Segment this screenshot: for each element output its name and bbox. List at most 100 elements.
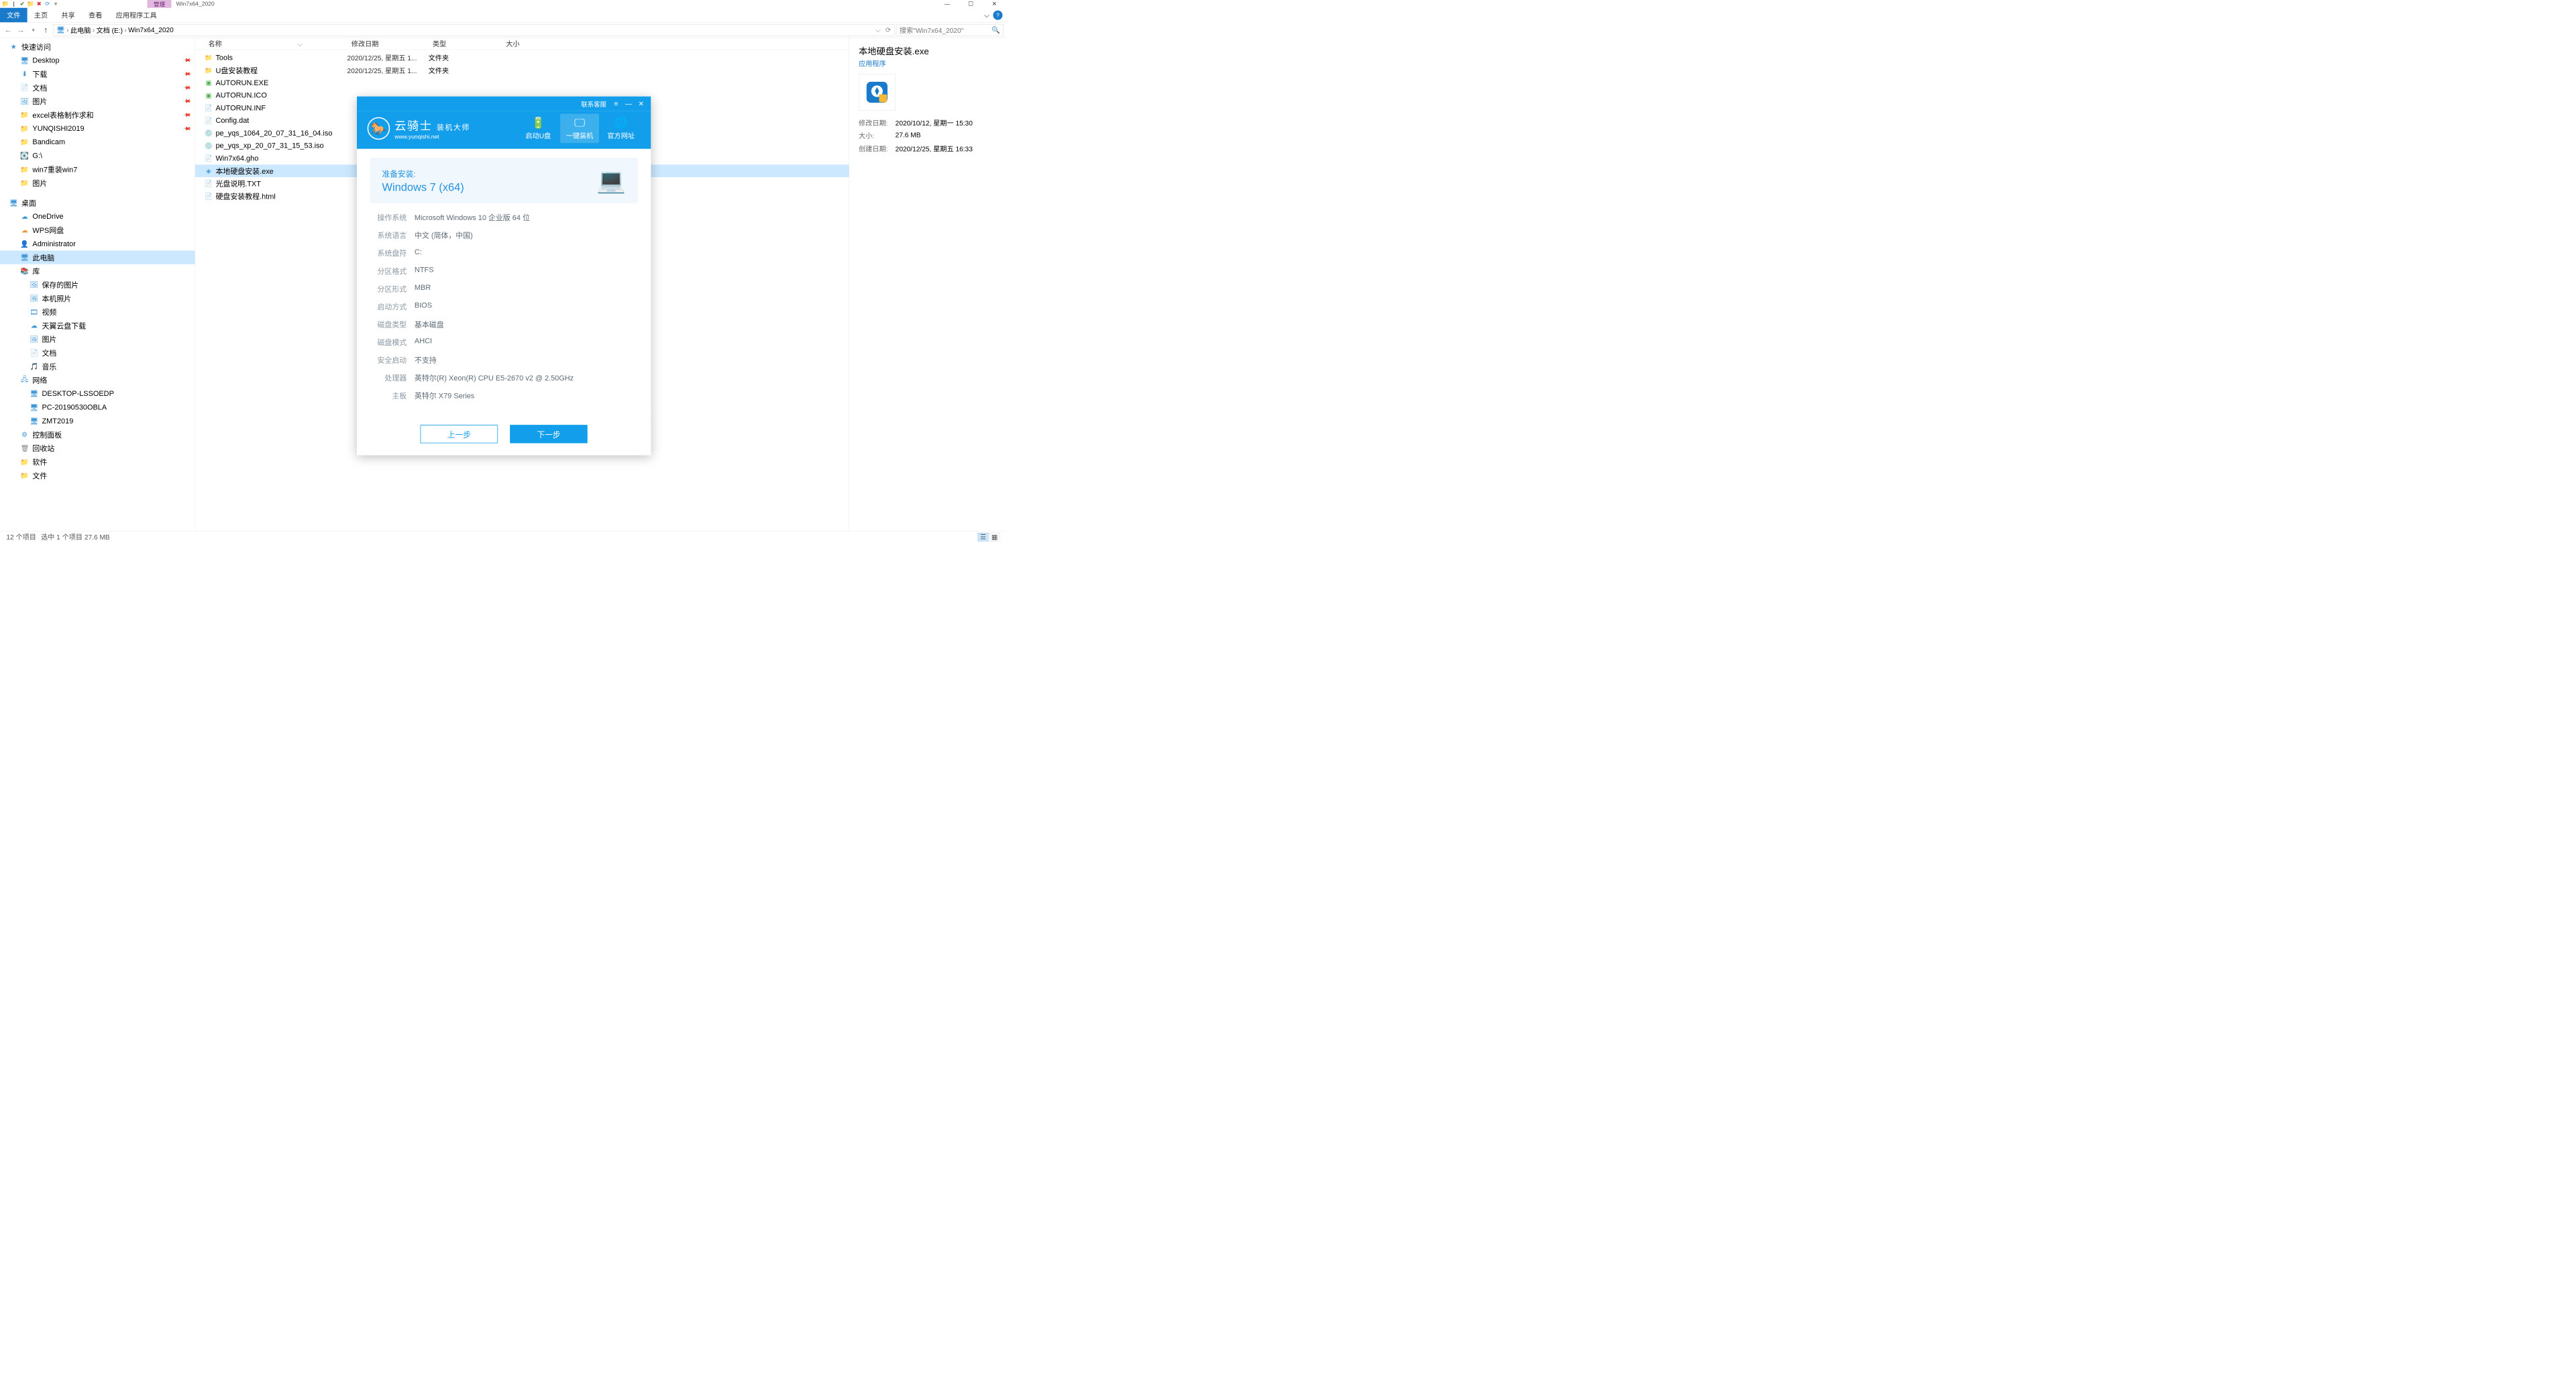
view-thumbnails-button[interactable]: ▦ [989,533,1000,541]
sidebar-quick-item-4[interactable]: 📁excel表格制作求和📌 [0,108,195,121]
file-row[interactable]: ▣AUTORUN.EXE [195,76,849,89]
help-icon[interactable]: ? [993,10,1002,19]
installer-nav-0[interactable]: 🔋启动U盘 [519,114,557,144]
sidebar-net-item-2[interactable]: 🖥ZMT2019 [0,414,195,427]
sidebar-software[interactable]: 📁软件 [0,455,195,468]
sidebar-lib-item-0[interactable]: 🖼保存的图片 [0,278,195,291]
qat-dropdown-icon[interactable]: ▾ [52,1,59,7]
close-button[interactable]: ✕ [983,0,1006,8]
tree-label: 库 [32,266,40,276]
ribbon-tab-home[interactable]: 主页 [28,8,55,22]
breadcrumb-pc[interactable]: 此电脑 [70,25,91,34]
file-row[interactable]: 📁Tools2020/12/25, 星期五 1...文件夹 [195,52,849,64]
ribbon-tab-view[interactable]: 查看 [82,8,109,22]
file-icon: ▣ [205,91,213,99]
sidebar-files[interactable]: 📁文件 [0,468,195,482]
sidebar-net-item-1[interactable]: 🖥PC-20190530OBLA [0,401,195,414]
breadcrumb-sep: › [93,26,95,34]
tree-label: G:\ [32,152,42,160]
file-icon: 💿 [205,142,213,150]
file-icon: 📄 [205,104,213,112]
sidebar-quick-item-8[interactable]: 📁win7重装win7 [0,162,195,176]
breadcrumb-drive[interactable]: 文档 (E:) [96,25,122,34]
search-icon[interactable]: 🔍 [991,26,1000,34]
nav-forward-button[interactable]: → [15,25,26,36]
sidebar-desktop-item-4[interactable]: 📚库 [0,264,195,278]
pin-icon: 📌 [182,83,192,93]
address-dropdown-icon[interactable]: ⌵ [875,25,881,34]
sidebar-desktop-item-1[interactable]: ☁WPS网盘 [0,223,195,237]
tree-label: 天翼云盘下载 [42,320,86,331]
sidebar-quick-item-1[interactable]: ⬇下载📌 [0,67,195,81]
info-value: BIOS [415,301,635,312]
sidebar-lib-item-5[interactable]: 📄文档 [0,346,195,360]
column-size[interactable]: 大小 [502,39,554,48]
pin-icon: 📌 [182,97,192,106]
view-details-button[interactable]: ☰ [978,533,989,541]
sidebar-recycle[interactable]: 🗑回收站 [0,442,195,455]
sidebar-desktop-item-3[interactable]: 🖥此电脑 [0,250,195,264]
installer-close-button[interactable]: ✕ [635,99,647,109]
sidebar-control-panel[interactable]: ⚙控制面板 [0,427,195,441]
sidebar-lib-item-6[interactable]: 🎵音乐 [0,360,195,373]
tree-label: 下载 [32,68,47,79]
file-row[interactable]: 📁U盘安装教程2020/12/25, 星期五 1...文件夹 [195,64,849,76]
nav-up-button[interactable]: ↑ [40,25,51,36]
file-name: Tools [215,54,233,62]
ribbon-tab-file[interactable]: 文件 [0,8,28,22]
file-name: 光盘说明.TXT [215,178,260,189]
nav-back-button[interactable]: ← [3,25,13,36]
laptop-icon: 💻 [596,166,626,194]
nav-icon: 🌐 [614,116,628,129]
tree-icon: ☁ [20,212,28,220]
info-value: 英特尔 X79 Series [415,391,635,401]
installer-minimize-button[interactable]: — [623,99,635,109]
address-refresh-icon[interactable]: ⟳ [885,26,892,34]
tree-label: 文档 [32,83,47,93]
sidebar-quick-item-6[interactable]: 📁Bandicam [0,136,195,149]
prev-step-button[interactable]: 上一步 [421,425,498,443]
qat-refresh-icon[interactable]: ⟳ [44,1,51,7]
sidebar-quick-item-7[interactable]: 💽G:\ [0,149,195,162]
ribbon-expand-icon[interactable]: ⌵ [982,10,991,19]
tree-icon: 🖥 [9,199,17,207]
sidebar-quick-item-2[interactable]: 📄文档📌 [0,81,195,94]
address-box[interactable]: 🖥 › 此电脑 › 文档 (E:) › Win7x64_2020 ⌵ ⟳ [53,24,895,36]
minimize-button[interactable]: — [935,0,959,8]
sidebar-desktop[interactable]: 🖥桌面 [0,196,195,209]
sidebar-lib-item-3[interactable]: ☁天翼云盘下载 [0,319,195,332]
contact-support-link[interactable]: 联系客服 [578,99,610,109]
column-date[interactable]: 修改日期 [347,39,429,48]
qat-delete-icon[interactable]: ✖ [36,1,42,7]
qat-check-icon[interactable]: ✔ [19,1,25,7]
installer-nav-1[interactable]: 🖵一键装机 [560,114,599,144]
sidebar-desktop-item-0[interactable]: ☁OneDrive [0,209,195,223]
sidebar-quick-item-0[interactable]: 🖥Desktop📌 [0,54,195,67]
sidebar-quick-item-9[interactable]: 📁图片 [0,176,195,189]
search-box[interactable]: 搜索"Win7x64_2020" 🔍 [896,24,1004,36]
next-step-button[interactable]: 下一步 [510,425,588,443]
sidebar-network[interactable]: 🖧网络 [0,373,195,387]
ribbon-tab-apptools[interactable]: 应用程序工具 [109,8,164,22]
sidebar-net-item-0[interactable]: 🖥DESKTOP-LSSOEDP [0,387,195,401]
tree-icon: 📁 [20,178,28,187]
installer-menu-button[interactable]: ≡ [610,99,622,109]
sidebar-lib-item-2[interactable]: 🎞视频 [0,305,195,319]
sidebar-desktop-item-2[interactable]: 👤Administrator [0,237,195,250]
column-name[interactable]: 名称 ⌵ [195,39,347,48]
nav-recent-dropdown[interactable]: ▾ [28,25,38,36]
sidebar-lib-item-1[interactable]: 🖼本机照片 [0,291,195,305]
column-type[interactable]: 类型 [429,39,502,48]
sidebar-lib-item-4[interactable]: 🖼图片 [0,332,195,346]
maximize-button[interactable]: ☐ [959,0,983,8]
sidebar-quick-access[interactable]: ★快速访问 [0,40,195,53]
breadcrumb-folder[interactable]: Win7x64_2020 [128,26,174,34]
nav-label: 一键装机 [566,131,594,140]
ribbon-tab-share[interactable]: 共享 [54,8,82,22]
installer-nav-2[interactable]: 🌐官方网址 [602,114,641,144]
tree-label: 快速访问 [21,42,51,52]
sidebar-quick-item-5[interactable]: 📁YUNQISHI2019📌 [0,121,195,135]
qat-pin-icon[interactable]: 📁 [28,1,34,7]
tree-icon: 🖥 [30,417,38,425]
sidebar-quick-item-3[interactable]: 🖼图片📌 [0,95,195,108]
